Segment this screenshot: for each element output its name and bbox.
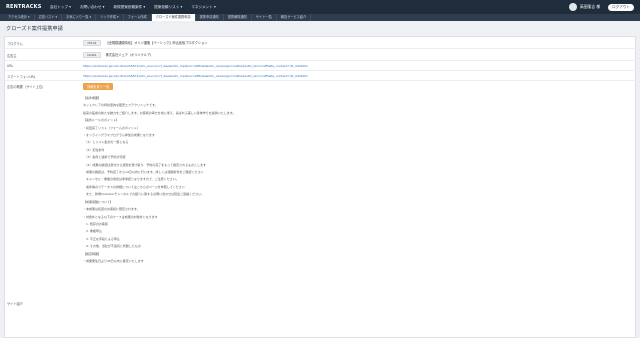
program-label: プログラム [7, 42, 23, 46]
description-line: キャンセル・重複の場合は非承認となりますので、ご注意ください。 [83, 177, 179, 182]
tab-site-list[interactable]: サイト一覧 [252, 14, 277, 21]
description-line: ・本成果は初回のお客様に限定されます。 [83, 207, 140, 212]
top-menu: 会社トップ ▾ お問い合わせ ▾ 新規提案依頼案件 ▾ 提案依頼リスト ▾ マネ… [50, 5, 225, 10]
description-line: 従来の医療の新たな魅力をご紹介します。お客様の幸せを常に考え、喜ばれる美しい身体… [83, 110, 236, 115]
tab-create-link[interactable]: リンク作成 ▾ [96, 14, 124, 21]
user-area: 高田隆吉 様 ログアウト [568, 0, 634, 14]
description-line: 4. その他、当社が不適切と判断したもの [83, 244, 141, 249]
description-line: 【確定時期】 [83, 251, 102, 256]
view-details-button[interactable]: 詳細を見て一覧 [83, 83, 114, 90]
top-menu-item[interactable]: 会社トップ ▾ [50, 5, 71, 10]
avatar-icon[interactable] [568, 3, 577, 11]
tab-apply-notice[interactable]: 提携申請通知 [196, 14, 224, 21]
page-title: クローズド案件提携申請 [6, 26, 63, 32]
tab-favorites[interactable]: お気に入り一覧 ▾ [62, 14, 97, 21]
description-text: 【案件概要】 ネットクレアの特化型的な販売エステクリニックです。 従来の医療の新… [83, 95, 623, 265]
description-line: 2. 重複申込 [83, 229, 102, 234]
tab-closed-apply[interactable]: クローズド案件提携申請 [151, 14, 196, 21]
url-label: URL [7, 64, 14, 68]
sp-url-row: スマートフォンURL https://rentracks.jpn.kbc/lin… [5, 71, 637, 81]
tab-cancel-notice[interactable]: 提携解除通知 [224, 14, 252, 21]
description-line: （1）とリスト集計の一部となる [83, 140, 129, 145]
description-line: 成果の確認は、予約完了から14日以内に行います。詳しくは報酬条件をご確認ください [83, 170, 204, 175]
tab-ad-list[interactable]: 広告リスト ▾ [35, 14, 63, 21]
advertiser-id-chip: 10421 [83, 52, 101, 58]
description-line: 【成果報酬について】 [83, 199, 113, 204]
site-intro-label: サイト紹介 [7, 302, 23, 306]
description-line: 【案件概要】 [83, 96, 102, 100]
user-name[interactable]: 高田隆吉 様 [580, 4, 600, 10]
tab-create-form[interactable]: フォーム作成 [124, 14, 152, 21]
top-menu-item[interactable]: マネジメント ▾ [191, 5, 216, 10]
description-line: 3. 不正な手段による申込 [83, 236, 120, 241]
description-line: 1. 既存のお客様 [83, 221, 108, 226]
sp-url-label: スマートフォンURL [7, 75, 36, 79]
description-line: ・対象外となる以下のケースは成果の対象外となります [83, 214, 158, 219]
logout-button[interactable]: ログアウト [608, 3, 634, 11]
description-line: 案件毎のステータスの詳細についてはこちらのページを参照してください [83, 184, 185, 189]
tab-service-intro[interactable]: 報告サービス紹介 [277, 14, 312, 21]
description-line: （4）成果の確認は受付から通知を受け取り、予約の完了をもって確定されるものとしま… [83, 162, 207, 167]
top-menu-item[interactable]: お問い合わせ ▾ [80, 5, 105, 10]
program-name: 【全規模通販特化】オリジ通販【ベーシック】申込仮仮プロダクション [105, 41, 208, 45]
description-line: ・オンライングラマプログラム参加の成果となります [83, 133, 155, 138]
top-menu-item[interactable]: 提案依頼リスト ▾ [154, 5, 182, 10]
description-line: （3）案件と連携で予約が可能 [83, 155, 126, 160]
description-line: ネットクレアの特化型的な販売エステクリニックです。 [83, 103, 158, 108]
app-logo[interactable]: RENTRACKS [6, 4, 42, 10]
program-id-chip: 70101 [83, 40, 101, 46]
advertiser-label: 広告主 [7, 54, 17, 58]
sp-url-link[interactable]: https://rentracks.jpn.kbc/link/a35871/ut… [83, 74, 308, 78]
description-line: ・初回完了リスト（フォームのポイント） [83, 125, 140, 130]
tab-access-stats[interactable]: アクセス統計 ▾ [4, 14, 35, 21]
description-line: （2）定性条件 [83, 147, 105, 152]
description-line: 【案件ルールのポイント】 [83, 118, 120, 123]
url-link[interactable]: https://rentracks.jpn.kbc/link/a35871/ut… [83, 64, 308, 68]
description-line: ・成果発生日より45日以内に確定いたします [83, 258, 144, 263]
url-row: URL https://rentracks.jpn.kbc/link/a3587… [5, 61, 637, 71]
description-label: 広告の概要（サイト上位） [7, 85, 46, 89]
top-menu-item[interactable]: 新規提案依頼案件 ▾ [113, 5, 145, 10]
advertiser-row: 広告主 10421 株式会社ジェア（オリジナルア） [5, 49, 637, 61]
top-navigation-bar: RENTRACKS 会社トップ ▾ お問い合わせ ▾ 新規提案依頼案件 ▾ 提案… [0, 0, 640, 14]
advertiser-name: 株式会社ジェア（オリジナルア） [105, 53, 154, 57]
application-form-panel: プログラム 70101 【全規模通販特化】オリジ通販【ベーシック】申込仮仮プロダ… [4, 36, 637, 338]
program-row: プログラム 70101 【全規模通販特化】オリジ通販【ベーシック】申込仮仮プロダ… [5, 37, 637, 49]
description-line: また、新規Youtuberチャンネルでの紹介に関するお問い合わせは別途ご連絡くだ… [83, 192, 205, 197]
sub-navigation-tabs: アクセス統計 ▾ 広告リスト ▾ お気に入り一覧 ▾ リンク作成 ▾ フォーム作… [0, 14, 640, 21]
